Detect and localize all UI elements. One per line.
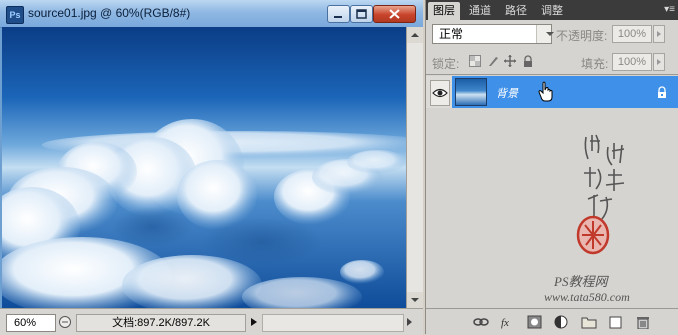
layer-style-fx-icon[interactable]: fx bbox=[500, 315, 516, 329]
fill-field[interactable]: 100% bbox=[612, 53, 652, 71]
status-bar: 60% 文档:897.2K/897.2K bbox=[0, 308, 423, 335]
lock-image-pixels-icon[interactable] bbox=[487, 55, 499, 67]
fill-slider-arrow-icon[interactable] bbox=[653, 53, 665, 71]
seal-icon bbox=[576, 215, 610, 255]
tab-layers[interactable]: 图层 bbox=[428, 2, 460, 20]
blend-mode-value: 正常 bbox=[439, 27, 464, 41]
maximize-icon bbox=[356, 9, 367, 19]
watermark-url: www.tata580.com bbox=[544, 290, 630, 304]
document-title: source01.jpg @ 60%(RGB/8#) bbox=[28, 6, 191, 20]
opacity-label: 不透明度: bbox=[556, 29, 608, 43]
hand-cursor-icon bbox=[538, 81, 553, 102]
opacity-slider-arrow-icon[interactable] bbox=[653, 25, 665, 43]
minimize-button[interactable] bbox=[327, 5, 350, 23]
maximize-button[interactable] bbox=[350, 5, 373, 23]
vertical-scrollbar[interactable] bbox=[406, 27, 423, 308]
eye-icon bbox=[432, 88, 448, 98]
svg-text:fx: fx bbox=[501, 317, 509, 329]
layers-list: 背景 PS教程网 www.tata580.com bbox=[426, 74, 678, 308]
handwriting-watermark bbox=[578, 129, 638, 229]
adjustment-layer-icon[interactable] bbox=[554, 315, 570, 329]
close-icon bbox=[389, 9, 400, 19]
document-title-bar[interactable]: Ps source01.jpg @ 60%(RGB/8#) bbox=[0, 0, 423, 28]
panel-tab-strip: 图层 通道 路径 调整 ▾≡ bbox=[426, 0, 678, 20]
layers-panel-toolbar: fx bbox=[426, 308, 678, 335]
red-seal-stamp bbox=[576, 215, 610, 255]
add-mask-icon[interactable] bbox=[527, 315, 543, 329]
blend-mode-select[interactable]: 正常 bbox=[432, 24, 554, 44]
new-layer-icon[interactable] bbox=[608, 315, 624, 329]
scroll-up-arrow-icon[interactable] bbox=[407, 27, 423, 43]
fill-label: 填充: bbox=[581, 57, 609, 71]
tab-paths[interactable]: 路径 bbox=[500, 2, 532, 20]
zoom-level-field[interactable]: 60% bbox=[6, 314, 56, 332]
delete-layer-trash-icon[interactable] bbox=[635, 315, 651, 330]
zoom-options-icon[interactable] bbox=[57, 314, 73, 330]
new-group-folder-icon[interactable] bbox=[581, 315, 597, 329]
scroll-down-arrow-icon[interactable] bbox=[407, 292, 423, 308]
calligraphy-signature bbox=[584, 134, 625, 220]
close-button[interactable] bbox=[373, 5, 416, 23]
document-size-info[interactable]: 文档:897.2K/897.2K bbox=[76, 314, 246, 332]
watermark-footer: PS教程网 www.tata580.com bbox=[544, 271, 676, 305]
minimize-icon bbox=[334, 16, 342, 18]
scroll-right-arrow-icon[interactable] bbox=[402, 314, 416, 330]
lock-label: 锁定: bbox=[432, 57, 460, 71]
lock-transparency-icon[interactable] bbox=[469, 55, 481, 67]
panel-menu-icon[interactable]: ▾≡ bbox=[664, 3, 675, 17]
horizontal-scrollbar[interactable] bbox=[262, 314, 404, 332]
tab-channels[interactable]: 通道 bbox=[464, 2, 496, 20]
layer-thumbnail bbox=[455, 78, 487, 106]
lock-position-icon[interactable] bbox=[504, 55, 516, 67]
layer-lock-icon bbox=[658, 86, 666, 98]
tab-adjustments[interactable]: 调整 bbox=[536, 2, 568, 20]
photoshop-logo-icon: Ps bbox=[6, 6, 24, 24]
layer-name: 背景 bbox=[496, 88, 518, 100]
image-canvas[interactable] bbox=[2, 27, 406, 308]
sky-clouds-image bbox=[2, 27, 406, 308]
info-menu-arrow-icon[interactable] bbox=[247, 314, 261, 330]
link-layers-icon[interactable] bbox=[473, 315, 489, 329]
chevron-down-icon bbox=[536, 25, 554, 43]
layer-row[interactable]: 背景 bbox=[426, 76, 678, 108]
layer-visibility-toggle[interactable] bbox=[430, 80, 450, 106]
opacity-field[interactable]: 100% bbox=[612, 25, 652, 43]
document-window: Ps source01.jpg @ 60%(RGB/8#) 60% 文档:897… bbox=[0, 0, 423, 335]
layers-panel: 图层 通道 路径 调整 ▾≡ 正常 不透明度: 100% 锁定: 填充: 100… bbox=[425, 0, 678, 335]
watermark-site-name: PS教程网 bbox=[554, 274, 608, 289]
lock-all-icon[interactable] bbox=[522, 55, 534, 67]
layer-selected-highlight[interactable]: 背景 bbox=[452, 76, 678, 108]
